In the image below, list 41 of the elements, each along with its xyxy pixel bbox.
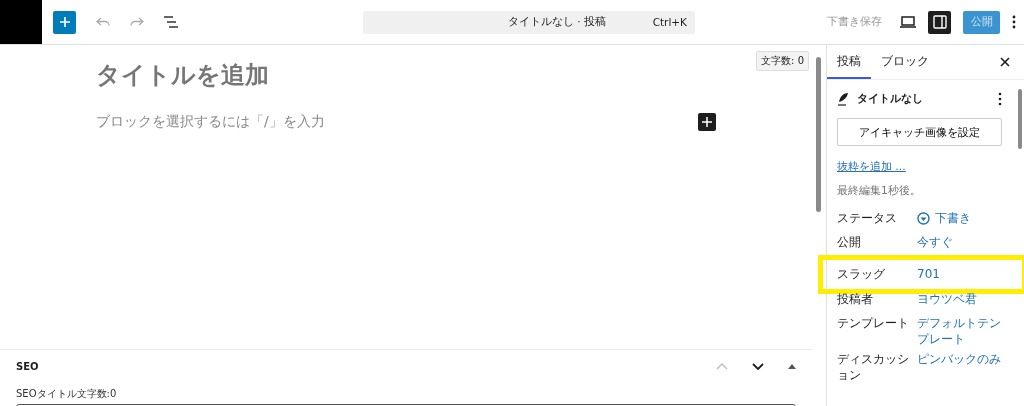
collapse-icon[interactable]	[788, 364, 796, 369]
sidebar-tab[interactable]: ブロック	[871, 45, 939, 79]
command-bar[interactable]: タイトルなし · 投稿 Ctrl+K	[363, 10, 695, 34]
add-block-button[interactable]	[53, 10, 76, 34]
more-options-icon[interactable]	[1012, 15, 1016, 29]
field-value-link[interactable]: ヨウツベ君	[917, 291, 977, 308]
feather-icon	[837, 92, 849, 106]
field-value-link[interactable]: デフォルトテンプレート	[917, 315, 1002, 348]
status-icon	[917, 211, 930, 225]
field-label: 投稿者	[837, 291, 874, 308]
field-label: 公開	[837, 234, 862, 251]
block-placeholder[interactable]: ブロックを選択するには「/」を入力	[96, 113, 698, 131]
title-placeholder[interactable]: タイトルを追加	[96, 59, 269, 91]
more-options-icon[interactable]	[998, 92, 1002, 106]
sidebar-tab[interactable]: 投稿	[827, 45, 871, 79]
post-title: タイトルなし	[857, 92, 924, 106]
save-draft-button[interactable]: 下書き保存	[827, 15, 888, 29]
field-value-link[interactable]: 下書き	[935, 210, 971, 227]
field-label: ディスカッション	[837, 351, 910, 384]
chevron-down-icon[interactable]	[752, 363, 764, 370]
featured-image-button[interactable]: アイキャッチ画像を設定	[837, 118, 1002, 146]
panel-title: SEO	[16, 361, 40, 372]
field-value-link[interactable]: 701	[917, 266, 940, 283]
document-title: タイトルなし · 投稿	[506, 15, 607, 29]
field-value-link[interactable]: ピンバックのみ	[917, 351, 1001, 368]
shortcut-hint: Ctrl+K	[652, 16, 687, 28]
field-label: ステータス	[837, 210, 898, 227]
sidebar-toggle-button[interactable]	[928, 10, 951, 34]
field-label: テンプレート	[837, 315, 910, 332]
last-edited-text: 最終編集1秒後。	[837, 184, 922, 198]
close-icon[interactable]	[1000, 57, 1010, 67]
field-label: SEOタイトル文字数:0	[16, 387, 118, 401]
laptop-icon[interactable]	[900, 16, 916, 28]
add-block-button[interactable]	[698, 113, 716, 131]
list-view-icon[interactable]	[164, 16, 178, 28]
add-excerpt-link[interactable]: 抜粋を追加 …	[837, 160, 906, 174]
word-count-badge: 文字数: 0	[756, 51, 809, 71]
field-label: スラッグ	[837, 266, 886, 283]
plus-icon	[702, 117, 712, 127]
plus-icon	[58, 16, 71, 28]
field-value-link[interactable]: 今すぐ	[917, 234, 953, 251]
